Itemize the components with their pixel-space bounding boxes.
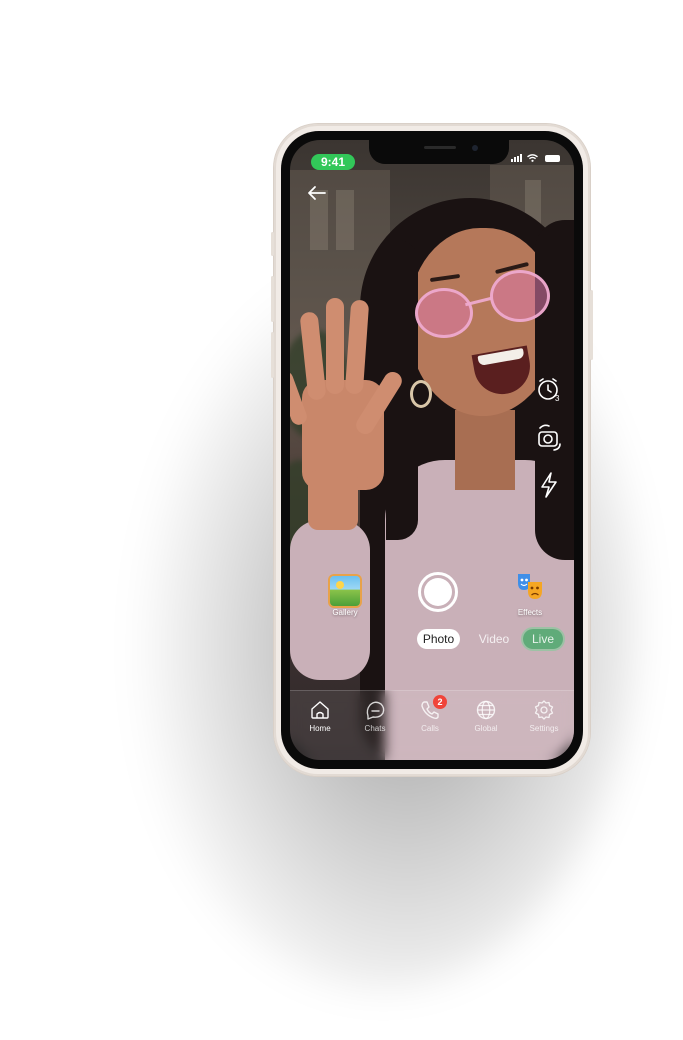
gallery-label: Gallery [332,608,358,617]
nav-item-global[interactable]: Global [458,699,514,733]
battery-icon [545,154,560,162]
back-arrow-icon[interactable] [304,180,330,206]
nav-label-global: Global [474,724,498,733]
gear-icon [534,700,554,720]
camera-notch [369,140,509,164]
power-button [590,290,593,360]
effects-label: Effects [517,608,543,617]
nav-item-calls[interactable]: 2 Calls [402,695,458,733]
status-icons [511,154,560,162]
flash-icon[interactable] [534,470,564,500]
signal-icon [511,154,523,162]
status-time: 9:41 [311,154,355,170]
shutter-button[interactable] [418,572,458,612]
mute-switch [271,232,274,256]
nav-item-chats[interactable]: Chats [347,699,403,733]
mode-photo[interactable]: Photo [417,629,460,649]
mode-video[interactable]: Video [474,629,514,649]
nav-item-settings[interactable]: Settings [516,699,572,733]
front-camera [472,145,478,151]
flip-camera-icon[interactable] [534,422,564,452]
bottom-nav-bar: Home Chats 2 Calls Global Settings [290,690,574,760]
timer-icon[interactable]: 3 [534,374,564,404]
wifi-icon [527,154,538,162]
volume-up-button [271,276,274,322]
timer-value: 3 [555,394,560,403]
mode-live[interactable]: Live [523,629,563,649]
nav-label-calls: Calls [421,724,439,733]
nav-label-home: Home [309,724,331,733]
nav-item-home[interactable]: Home [292,699,348,733]
gallery-sun-icon [336,581,344,589]
calls-badge: 2 [433,695,447,709]
phone-mockup: 9:41 3 Gallery Effects Photo Video Live … [271,124,593,776]
globe-icon [476,700,496,720]
effects-masks-icon[interactable] [515,571,545,601]
nav-label-chats: Chats [364,724,386,733]
camera-viewfinder [290,140,574,760]
chat-bubble-icon [366,701,385,720]
phone-bezel: 9:41 3 Gallery Effects Photo Video Live … [281,131,583,769]
gallery-thumbnail[interactable] [330,576,360,606]
volume-down-button [271,332,274,378]
camera-screen: 9:41 3 Gallery Effects Photo Video Live … [290,140,574,760]
nav-label-settings: Settings [529,724,559,733]
earpiece-speaker [424,146,456,149]
home-icon [311,701,329,719]
shutter-inner [424,578,452,606]
